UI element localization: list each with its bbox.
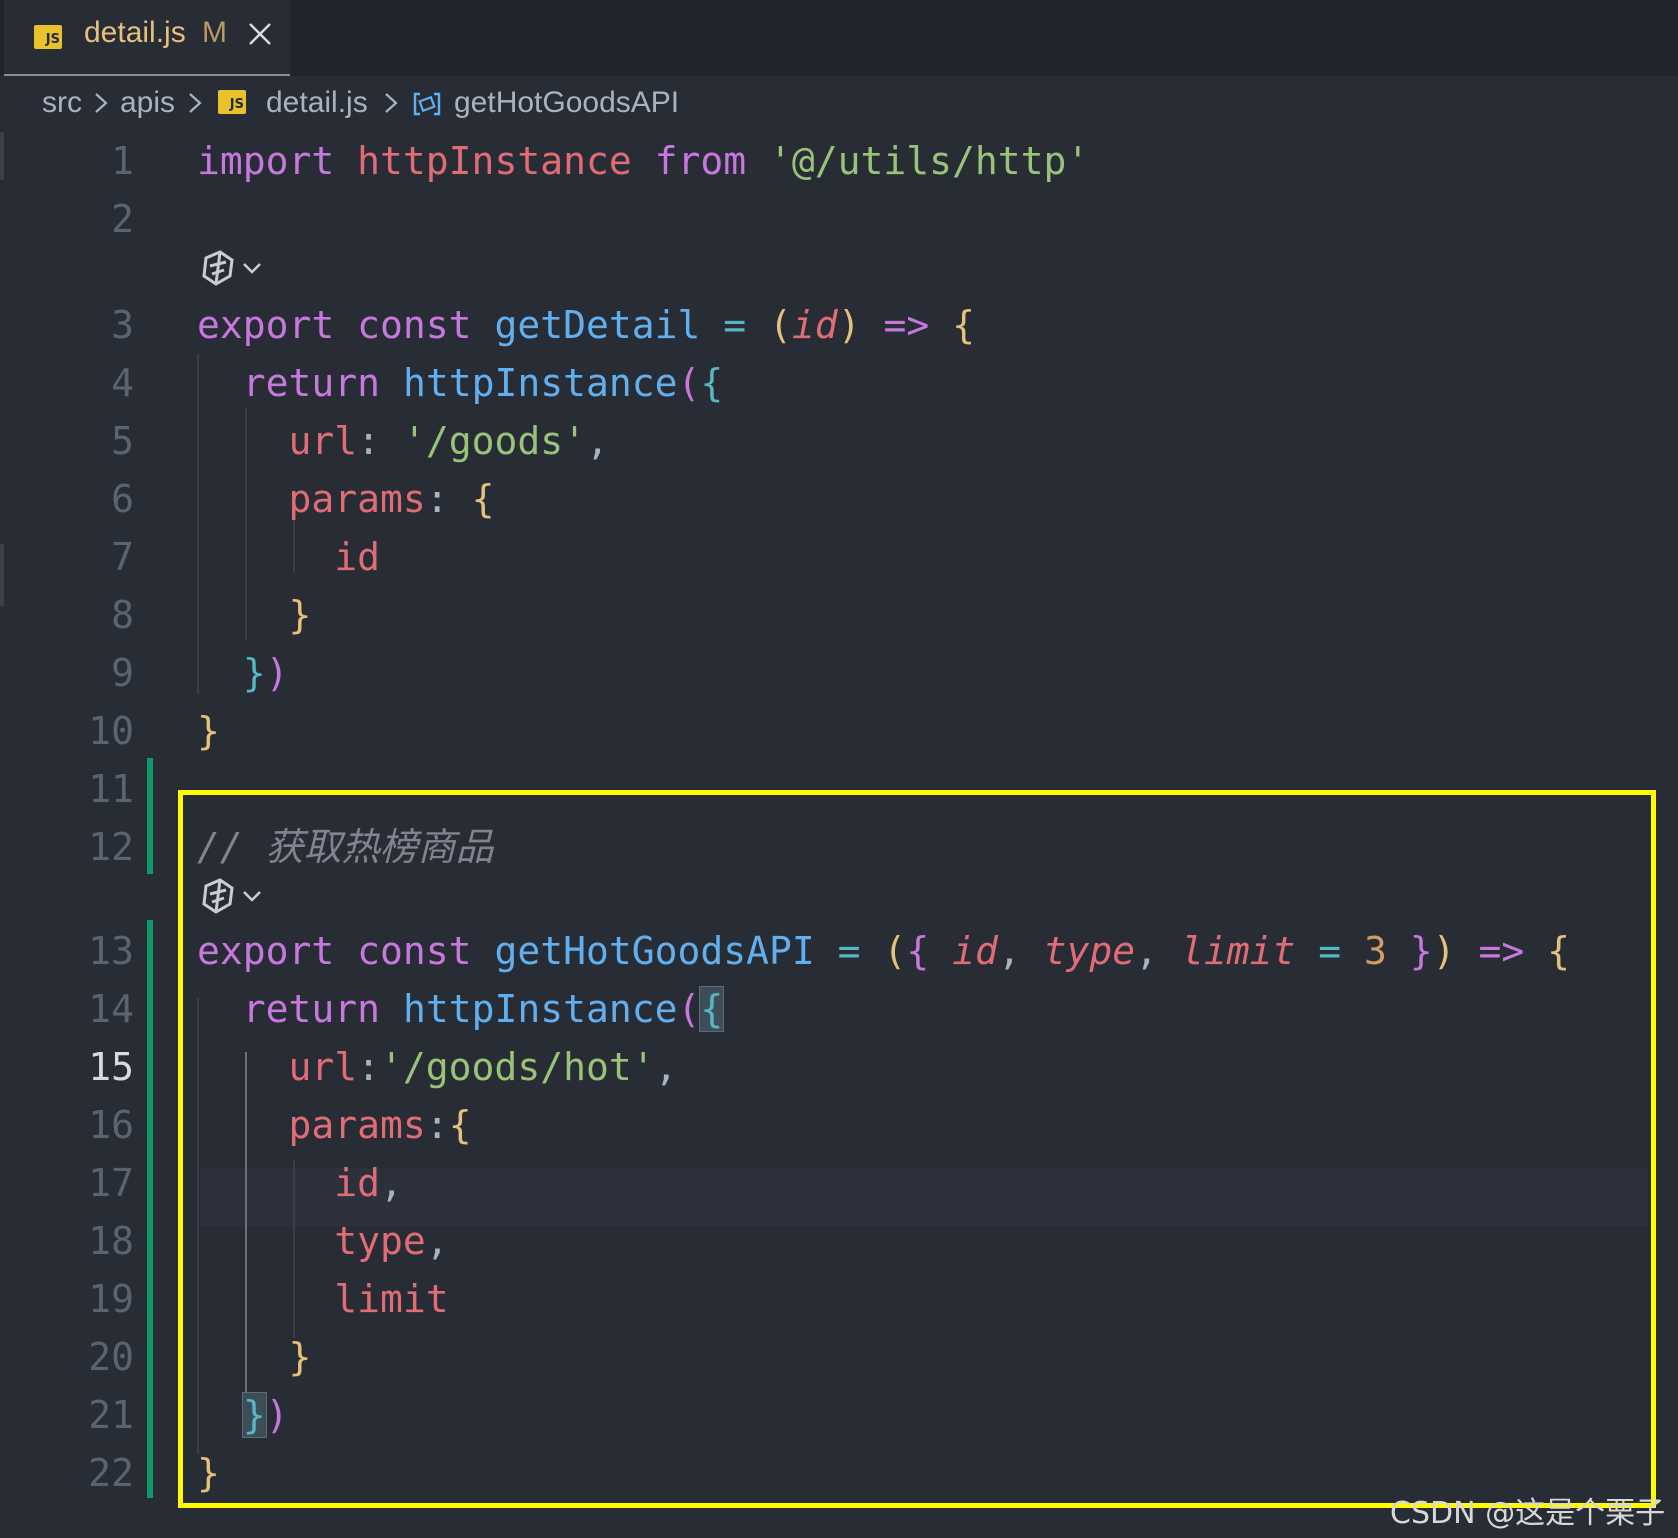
ai-assistant-codelens-icon[interactable] [196, 244, 276, 294]
breadcrumb-item-src[interactable]: src [42, 86, 82, 120]
line-number: 22 [88, 1451, 134, 1495]
line-number: 6 [111, 477, 134, 521]
breadcrumb-item-apis[interactable]: apis [120, 86, 175, 120]
code-line: 9 }) [0, 644, 1678, 702]
code-line: 4 return httpInstance({ [0, 354, 1678, 412]
line-number: 9 [111, 651, 134, 695]
line-number: 18 [88, 1219, 134, 1263]
line-number: 11 [88, 767, 134, 811]
watermark: CSDN @这是个栗子 [1390, 1496, 1666, 1531]
modified-indicator: M [202, 16, 227, 49]
code-text[interactable]: return httpInstance({ [197, 354, 724, 412]
chevron-right-icon [95, 93, 108, 113]
line-number: 14 [88, 987, 134, 1031]
line-number: 17 [88, 1161, 134, 1205]
line-number: 12 [88, 825, 134, 869]
chevron-right-icon [385, 93, 398, 113]
chevron-right-icon [189, 93, 202, 113]
code-line: 10 } [0, 702, 1678, 760]
code-line: 3 export const getDetail = (id) => { [0, 296, 1678, 354]
highlight-annotation-box [178, 790, 1656, 1508]
breadcrumb: src apis JS detail.js getHotGoodsAPI [0, 76, 1678, 132]
close-icon[interactable] [246, 20, 274, 48]
code-text[interactable]: params: { [197, 470, 495, 528]
code-text[interactable]: } [197, 702, 220, 760]
code-line: 5 url: '/goods', [0, 412, 1678, 470]
line-number: 2 [111, 197, 134, 241]
line-number: 7 [111, 535, 134, 579]
code-text[interactable]: }) [197, 644, 289, 702]
line-number: 21 [88, 1393, 134, 1437]
code-text[interactable]: } [197, 586, 312, 644]
breadcrumb-item-symbol[interactable]: getHotGoodsAPI [454, 86, 679, 120]
code-line: 6 params: { [0, 470, 1678, 528]
code-line: 7 id [0, 528, 1678, 586]
line-number: 13 [88, 929, 134, 973]
line-number: 10 [88, 709, 134, 753]
line-number: 16 [88, 1103, 134, 1147]
line-number: 4 [111, 361, 134, 405]
javascript-file-icon: JS [34, 25, 62, 49]
code-text[interactable]: export const getDetail = (id) => { [197, 296, 975, 354]
line-number: 19 [88, 1277, 134, 1321]
tab-label: detail.js [84, 16, 186, 49]
tab-detail-js[interactable]: JS detail.js M [4, 0, 290, 76]
tab-bar: JS detail.js M [0, 0, 1678, 76]
editor-window: JS detail.js M src apis JS detail.js get… [0, 0, 1678, 1538]
variable-symbol-icon [413, 92, 441, 116]
line-number: 8 [111, 593, 134, 637]
javascript-file-icon: JS [218, 90, 246, 114]
code-text[interactable]: import httpInstance from '@/utils/http' [197, 132, 1089, 190]
line-number: 20 [88, 1335, 134, 1379]
code-line: 2 [0, 190, 1678, 248]
code-text[interactable]: id [197, 528, 380, 586]
line-number: 1 [111, 139, 134, 183]
code-text[interactable]: url: '/goods', [197, 412, 609, 470]
line-number: 5 [111, 419, 134, 463]
line-number: 3 [111, 303, 134, 347]
line-number: 15 [88, 1045, 134, 1089]
breadcrumb-item-file[interactable]: detail.js [266, 86, 368, 120]
code-line: 8 } [0, 586, 1678, 644]
code-line: 1 import httpInstance from '@/utils/http… [0, 132, 1678, 190]
